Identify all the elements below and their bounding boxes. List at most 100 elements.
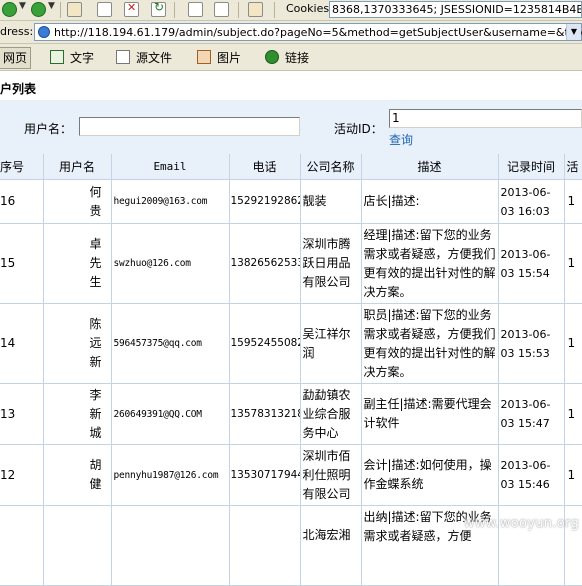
cell-company: 勐勐镇农业综合服务中心: [300, 383, 362, 445]
table-row: 15 卓先生 swzhuo@126.com 13826562533 深圳市腾跃日…: [0, 223, 582, 304]
cell-company: 深圳市腾跃日用品有限公司: [300, 223, 362, 304]
table-header-row: 序号 用户名 Email 电话 公司名称 描述 记录时间 活: [0, 154, 582, 180]
cell-status: 1: [564, 303, 582, 384]
cell-company: 靓装: [300, 179, 362, 224]
cell-phone: 15952455082: [229, 303, 301, 384]
table-row: 12 胡健 pennyhu1987@126.com 13530717944 深圳…: [0, 444, 582, 506]
cell-email: [111, 505, 230, 586]
source-file-icon: [116, 50, 130, 64]
cell-time: 2013-06-03 16:03: [498, 179, 565, 224]
query-link[interactable]: 查询: [389, 131, 413, 148]
table-row: 14 陈远新 596457375@qq.com 15952455082 吴江祥尔…: [0, 303, 582, 384]
image-icon: [197, 50, 211, 64]
cell-email: 596457375@qq.com: [111, 303, 230, 384]
cell-desc: 店长|描述:: [361, 179, 499, 224]
cell-phone: 15292192862: [229, 179, 301, 224]
cell-status: 1: [564, 383, 582, 445]
cell-phone: 13530717944: [229, 444, 301, 506]
address-bar: dress: http://118.194.61.179/admin/subje…: [0, 21, 582, 44]
refresh-icon[interactable]: [151, 0, 166, 17]
filter-panel: 用户名： 活动ID： 1 查询: [0, 100, 582, 154]
home-icon[interactable]: [67, 2, 82, 17]
cell-email: 260649391@QQ.COM: [111, 383, 230, 445]
cell-phone: [229, 505, 301, 586]
cell-company: 深圳市佰利仕照明有限公司: [300, 444, 362, 506]
view-web-button[interactable]: 网页: [0, 47, 32, 69]
col-header-desc: 描述: [361, 154, 499, 180]
cell-no: 15: [0, 223, 44, 304]
new-page-icon[interactable]: [97, 2, 112, 17]
view-source-button[interactable]: 源文件: [116, 48, 172, 66]
activity-id-label: 活动ID：: [334, 122, 383, 136]
copy-icon[interactable]: [188, 2, 203, 17]
col-header-time: 记录时间: [498, 154, 565, 180]
cell-desc: 副主任|描述:需要代理会计软件: [361, 383, 499, 445]
forward-icon[interactable]: [31, 2, 46, 17]
back-icon[interactable]: [2, 2, 17, 17]
col-header-status: 活: [564, 154, 582, 180]
text-icon: [50, 50, 64, 64]
cell-username: 李新城: [43, 383, 112, 445]
view-text-button[interactable]: 文字: [50, 48, 94, 66]
cell-username: 何贵: [43, 179, 112, 224]
cell-time: 2013-06-03 15:54: [498, 223, 565, 304]
cell-username: 胡健: [43, 444, 112, 506]
cell-username: [43, 505, 112, 586]
username-label: 用户名：: [24, 122, 73, 136]
page-icon[interactable]: [214, 2, 229, 17]
view-source-label: 源文件: [136, 50, 173, 65]
address-label: dress:: [0, 25, 34, 38]
cell-status: 1: [564, 223, 582, 304]
cell-username: 陈远新: [43, 303, 112, 384]
stop-icon[interactable]: [124, 1, 139, 17]
cell-company: 北海宏湘: [300, 505, 362, 586]
back-dropdown-icon[interactable]: ▼: [19, 1, 26, 11]
watermark: www.wooyun.org: [463, 516, 579, 531]
toolbar-separator: [174, 2, 175, 18]
view-image-label: 图片: [217, 50, 242, 65]
cell-no: [0, 505, 44, 586]
cell-desc: 会计|描述:如何使用，操作金蝶系统: [361, 444, 499, 506]
cell-status: 1: [564, 444, 582, 506]
cell-no: 14: [0, 303, 44, 384]
globe-icon: [38, 26, 50, 38]
cell-desc: 职员|描述:留下您的业务需求或者疑惑，方便我们更有效的提出针对性的解决方案。: [361, 303, 499, 384]
cell-time: 2013-06-03 15:53: [498, 303, 565, 384]
cell-email: swzhuo@126.com: [111, 223, 230, 304]
toolbar-separator: [274, 2, 275, 18]
cell-time: 2013-06-03 15:47: [498, 383, 565, 445]
cell-company: 吴江祥尔润: [300, 303, 362, 384]
view-link-button[interactable]: 链接: [265, 48, 309, 66]
cookies-field[interactable]: 8368,1370333645; JSESSIONID=1235814B4B8F…: [329, 1, 582, 18]
forward-dropdown-icon[interactable]: ▼: [48, 1, 55, 11]
cell-email: pennyhu1987@126.com: [111, 444, 230, 506]
col-header-no: 序号: [0, 154, 44, 180]
col-header-company: 公司名称: [300, 154, 362, 180]
table-row: 16 何贵 hegui2009@163.com 15292192862 靓装 店…: [0, 179, 582, 224]
activity-id-input[interactable]: 1: [389, 109, 582, 128]
address-dropdown-icon[interactable]: ▼: [566, 24, 581, 40]
col-header-username: 用户名: [43, 154, 112, 180]
url-text: http://118.194.61.179/admin/subject.do?p…: [54, 26, 582, 39]
col-header-email: Email: [111, 154, 230, 180]
cell-status: 1: [564, 179, 582, 224]
cell-phone: 13578313218: [229, 383, 301, 445]
cell-no: 12: [0, 444, 44, 506]
col-header-phone: 电话: [229, 154, 301, 180]
toolbar-separator: [60, 2, 61, 18]
view-text-label: 文字: [70, 50, 95, 65]
browser-toolbar: ▼ ▼ Cookies: 8368,1370333645; JSESSIONID…: [0, 0, 582, 21]
cell-no: 16: [0, 179, 44, 224]
username-input[interactable]: [79, 117, 300, 136]
cell-phone: 13826562533: [229, 223, 301, 304]
page-title: 户列表: [0, 82, 37, 96]
cell-username: 卓先生: [43, 223, 112, 304]
table-row: 13 李新城 260649391@QQ.COM 13578313218 勐勐镇农…: [0, 383, 582, 445]
view-image-button[interactable]: 图片: [197, 48, 241, 66]
cell-email: hegui2009@163.com: [111, 179, 230, 224]
view-link-label: 链接: [285, 50, 310, 65]
lock-icon[interactable]: [248, 2, 263, 17]
cell-no: 13: [0, 383, 44, 445]
view-toolbar: 网页 文字 源文件 图片 链接: [0, 44, 582, 71]
address-input[interactable]: http://118.194.61.179/admin/subject.do?p…: [34, 23, 582, 41]
